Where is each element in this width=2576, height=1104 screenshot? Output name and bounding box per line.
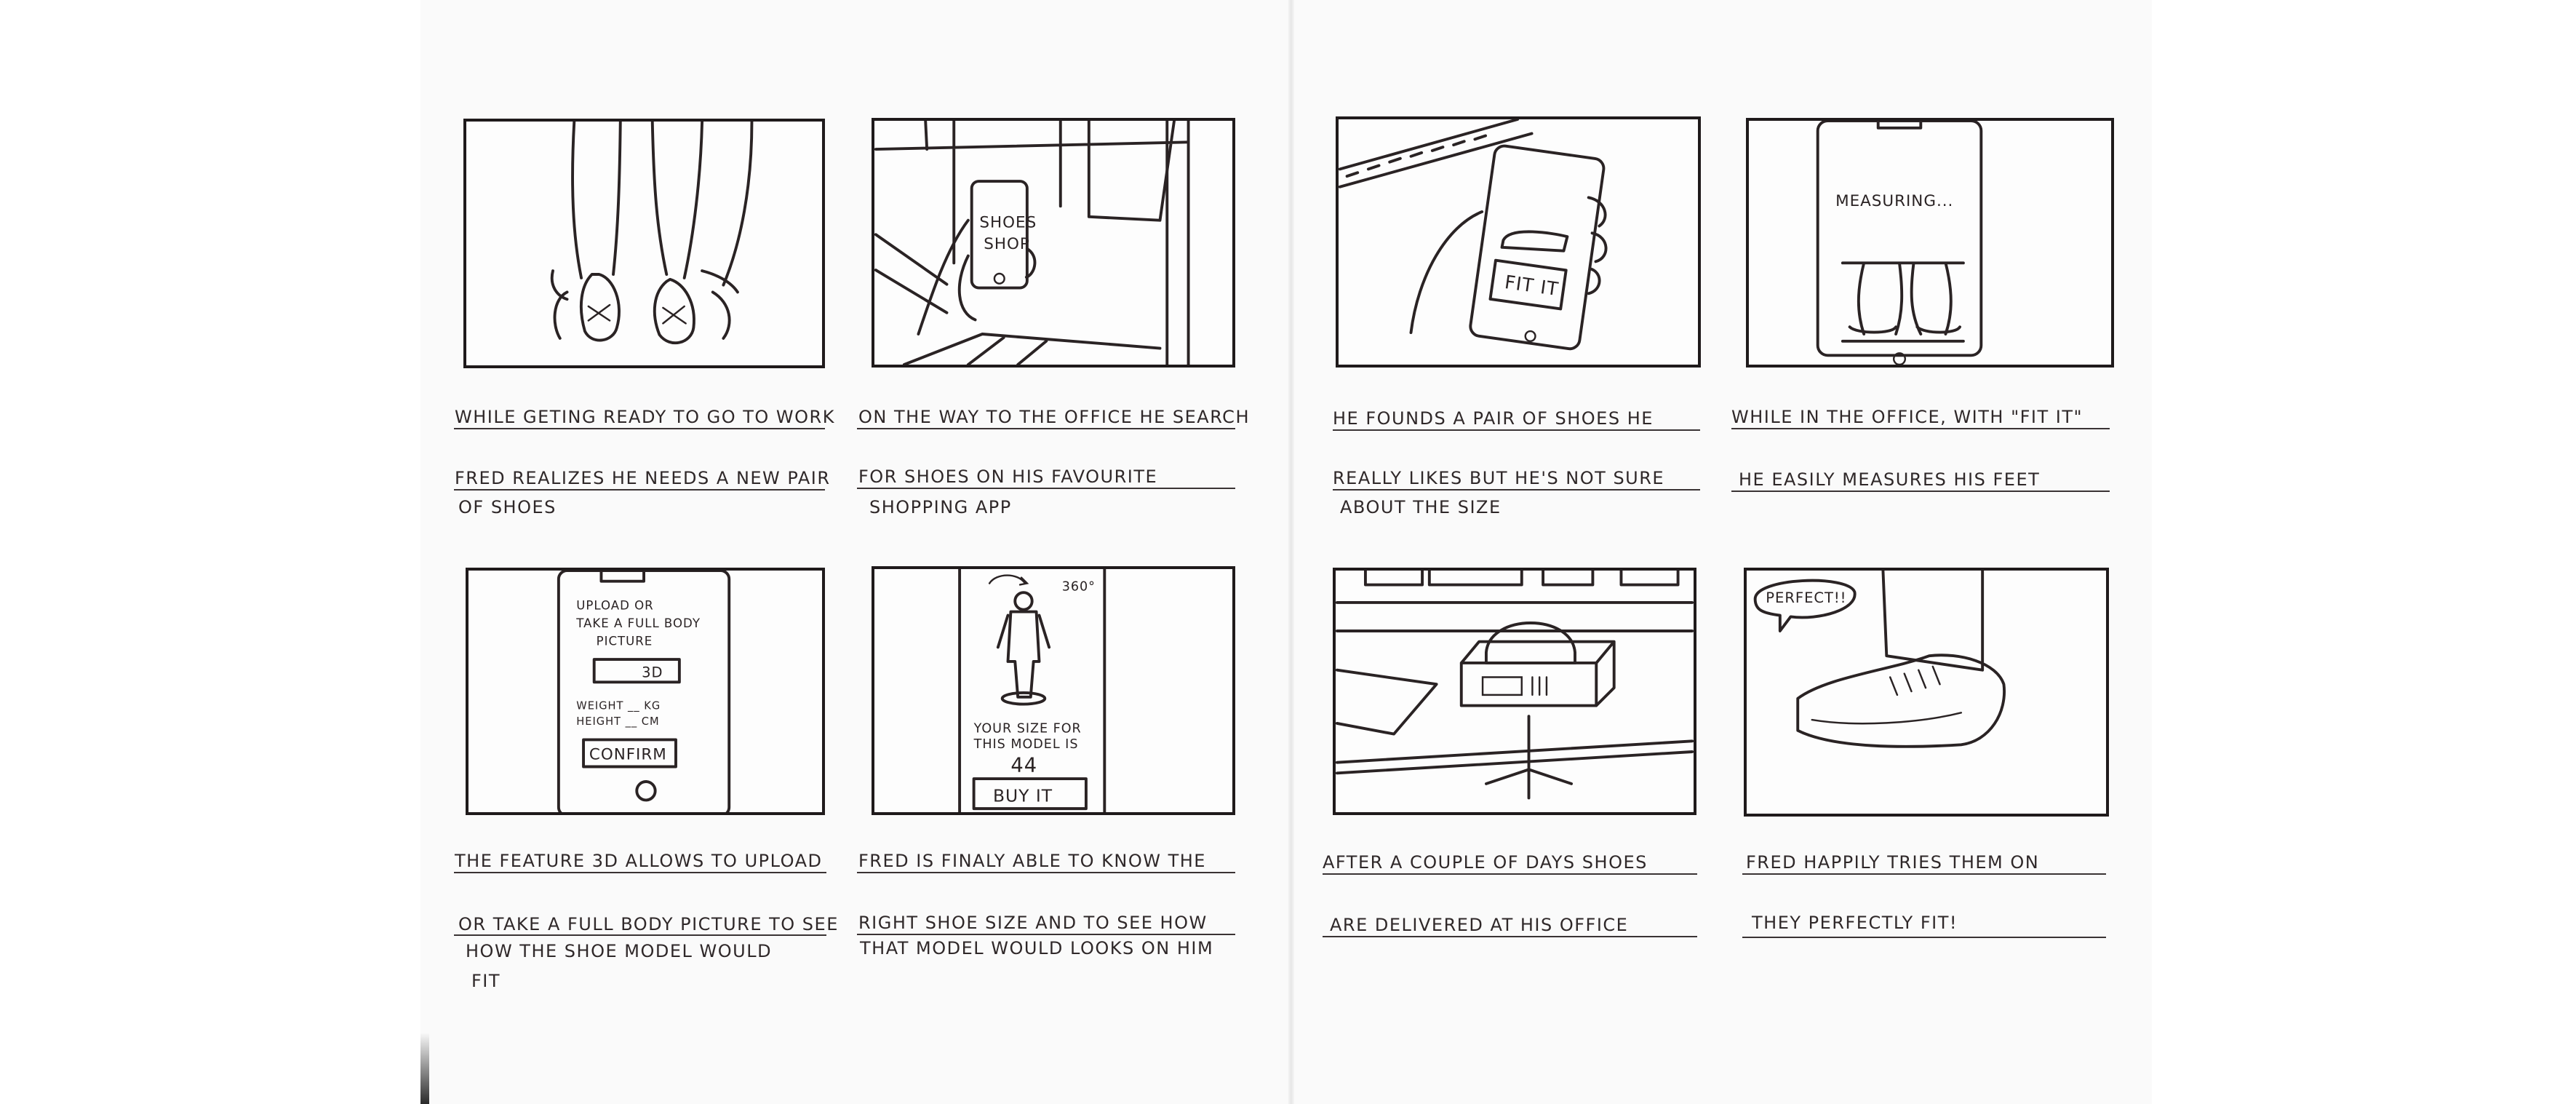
buy-it-button-label: BUY IT (993, 785, 1053, 806)
panel-1-tying-shoes (463, 119, 825, 368)
size-value: 44 (1010, 754, 1037, 777)
caption-5-line-1: THE FEATURE 3D ALLOWS TO UPLOAD (455, 851, 823, 871)
caption-6-rule-1 (857, 872, 1235, 873)
caption-5-line-4: FIT (471, 971, 501, 991)
upload-line-1: UPLOAD OR (576, 599, 653, 613)
caption-7-rule-1 (1323, 873, 1697, 875)
paper-fold (1288, 0, 1294, 1104)
caption-1-line-1: WHILE GETING READY TO GO TO WORK (455, 407, 835, 427)
caption-5-line-3: HOW THE SHOE MODEL WOULD (466, 941, 773, 961)
phone-text-shop: SHOP (984, 235, 1030, 253)
panel-7-delivery (1333, 568, 1696, 815)
height-field: HEIGHT __ CM (576, 715, 659, 728)
size-line-2: THIS MODEL IS (973, 737, 1079, 752)
caption-6-line-1: FRED IS FINALY ABLE TO KNOW THE (858, 851, 1206, 871)
panel-6-sketch: 360° YOUR SIZE FOR THIS MODEL IS 44 BUY … (958, 569, 1106, 812)
size-line-1: YOUR SIZE FOR (973, 722, 1082, 736)
caption-6-line-2: RIGHT SHOE SIZE AND TO SEE HOW (858, 913, 1208, 933)
confirm-button-label: CONFIRM (589, 746, 667, 764)
speech-bubble-text: PERFECT!! (1766, 589, 1846, 606)
caption-4-line-1: WHILE IN THE OFFICE, WITH "FIT IT" (1731, 407, 2083, 427)
caption-3-line-1: HE FOUNDS A PAIR OF SHOES HE (1333, 408, 1654, 429)
caption-1-rule-1 (454, 428, 825, 429)
caption-2-line-2: FOR SHOES ON HIS FAVOURITE (858, 466, 1158, 487)
panel-5-upload: UPLOAD OR TAKE A FULL BODY PICTURE 3D WE… (466, 568, 825, 815)
caption-7-line-1: AFTER A COUPLE OF DAYS SHOES (1323, 852, 1648, 873)
caption-2-line-1: ON THE WAY TO THE OFFICE HE SEARCH (858, 407, 1250, 427)
weight-field: WEIGHT __ KG (576, 699, 661, 712)
caption-2-rule-2 (857, 488, 1235, 489)
panel-3-fit-it: FIT IT (1336, 116, 1701, 368)
paper-edge-shadow (420, 1033, 429, 1104)
upload-line-2: TAKE A FULL BODY (575, 616, 701, 630)
caption-8-line-1: FRED HAPPILY TRIES THEM ON (1746, 852, 2040, 873)
caption-5-line-2: OR TAKE A FULL BODY PICTURE TO SEE (458, 914, 839, 934)
button-3d-label: 3D (642, 664, 663, 680)
caption-3-line-3: ABOUT THE SIZE (1340, 497, 1502, 517)
caption-1-line-2: FRED REALIZES HE NEEDS A NEW PAIR (455, 468, 831, 488)
panel-4-sketch: MEASURING... (1816, 121, 1983, 365)
phone-text-shoes: SHOES (979, 214, 1037, 232)
caption-1-line-3: OF SHOES (458, 497, 557, 517)
caption-2-rule-1 (857, 428, 1235, 429)
caption-2-line-3: SHOPPING APP (869, 497, 1012, 517)
caption-6-rule-2 (857, 934, 1235, 935)
panel-2-phone-shop: SHOES SHOP (872, 118, 1235, 368)
caption-8-rule-2 (1742, 937, 2106, 938)
caption-3-rule-1 (1333, 429, 1700, 431)
caption-6-line-3: THAT MODEL WOULD LOOKS ON HIM (860, 938, 1214, 958)
rotation-label: 360° (1062, 579, 1096, 594)
caption-8-rule-1 (1742, 873, 2106, 875)
panel-8-sketch: PERFECT!! (1753, 571, 2006, 748)
caption-4-rule-2 (1731, 491, 2110, 492)
panel-1-sketch (550, 122, 754, 344)
panel-2-sketch: SHOES SHOP (874, 121, 1190, 365)
caption-5-rule-2 (454, 934, 826, 936)
caption-3-line-2: REALLY LIKES BUT HE'S NOT SURE (1333, 468, 1665, 488)
panel-5-sketch: UPLOAD OR TAKE A FULL BODY PICTURE 3D WE… (557, 571, 731, 812)
panel-3-sketch: FIT IT (1339, 119, 1608, 351)
caption-3-rule-2 (1333, 489, 1700, 491)
panel-8-perfect: PERFECT!! (1744, 568, 2109, 817)
caption-1-rule-2 (454, 489, 825, 491)
caption-7-line-2: ARE DELIVERED AT HIS OFFICE (1330, 915, 1629, 935)
measuring-status: MEASURING... (1835, 192, 1953, 210)
caption-5-rule-1 (454, 872, 826, 873)
caption-7-rule-2 (1323, 936, 1697, 937)
panel-7-sketch (1336, 571, 1694, 800)
panel-4-measuring: MEASURING... (1746, 118, 2114, 368)
caption-4-rule-1 (1731, 428, 2110, 429)
caption-4-line-2: HE EASILY MEASURES HIS FEET (1739, 469, 2041, 490)
caption-8-line-2: THEY PERFECTLY FIT! (1752, 913, 1958, 933)
upload-line-3: PICTURE (597, 635, 653, 648)
panel-6-model-size: 360° YOUR SIZE FOR THIS MODEL IS 44 BUY … (872, 566, 1235, 815)
fit-it-button-label: FIT IT (1504, 271, 1560, 300)
